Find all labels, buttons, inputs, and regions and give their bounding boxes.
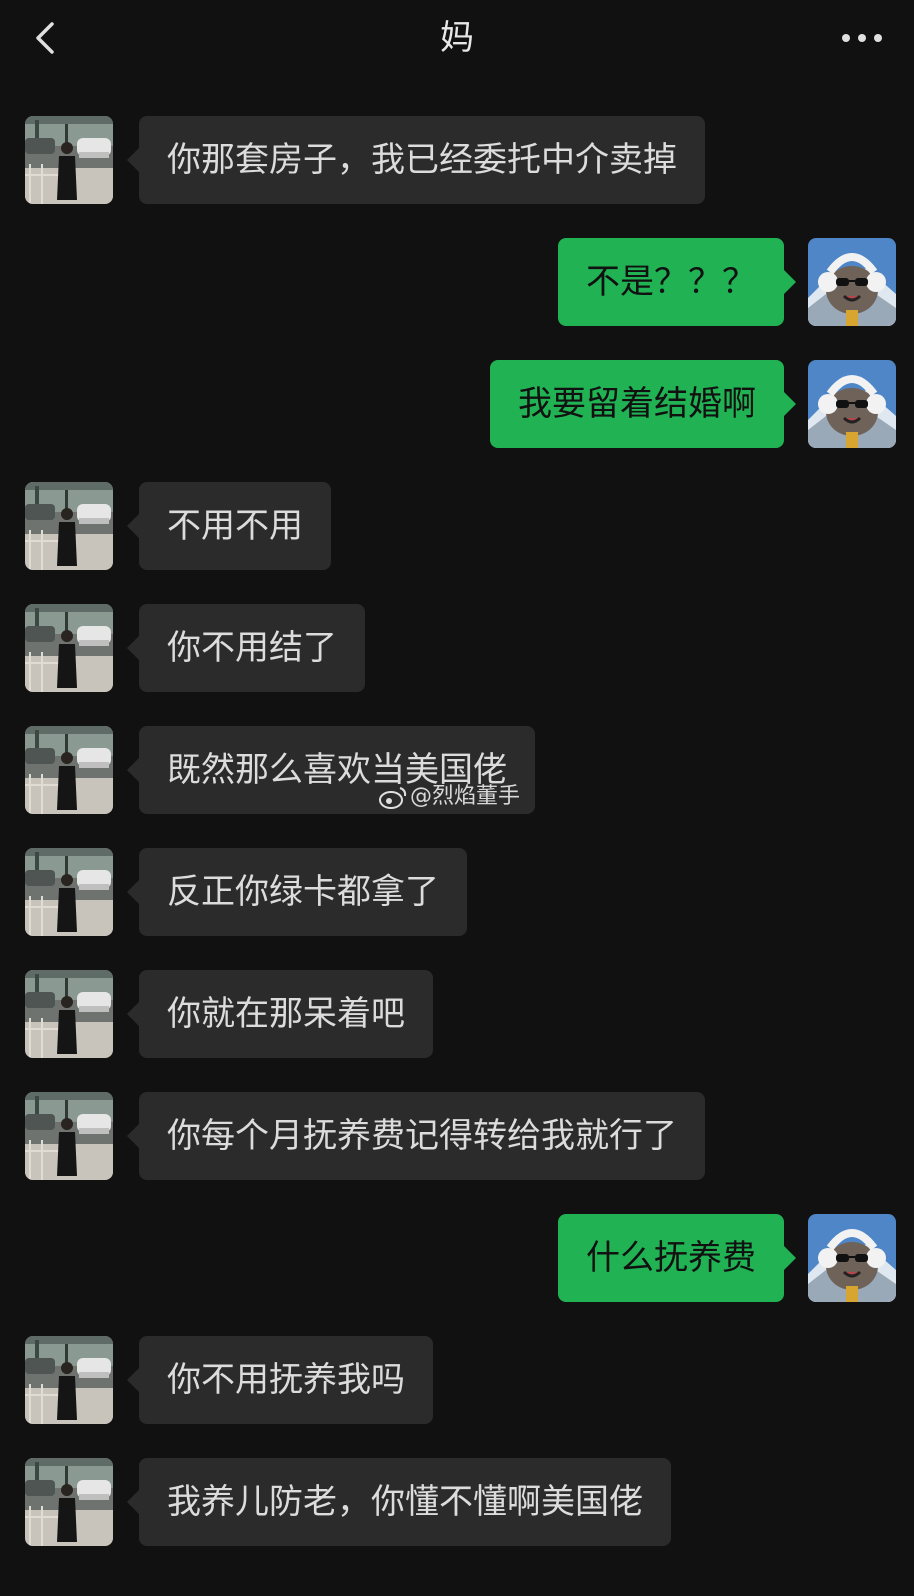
watermark-text: @烈焰董手 [410,784,521,809]
watermark: @烈焰董手 [378,782,520,812]
incoming-message-bubble[interactable]: 你那套房子，我已经委托中介卖掉 [127,116,705,204]
self-avatar[interactable] [808,238,896,326]
message-row: 我养儿防老，你懂不懂啊美国佬 [0,1458,914,1546]
message-row: 你就在那呆着吧 [0,970,914,1058]
contact-avatar[interactable] [25,1336,113,1424]
more-options-button[interactable] [838,18,886,58]
message-row: 你那套房子，我已经委托中介卖掉 [0,116,914,204]
chat-header: 妈 [0,0,914,80]
incoming-message-bubble[interactable]: 你不用抚养我吗 [127,1336,433,1424]
incoming-message-bubble[interactable]: 不用不用 [127,482,331,570]
contact-avatar[interactable] [25,482,113,570]
message-row: 不用不用 [0,482,914,570]
contact-avatar[interactable] [25,970,113,1058]
contact-avatar[interactable] [25,116,113,204]
outgoing-message-bubble[interactable]: 不是？？？ [558,238,796,326]
message-row: 你每个月抚养费记得转给我就行了 [0,1092,914,1180]
self-avatar[interactable] [808,360,896,448]
chat-title: 妈 [440,18,474,58]
message-row: 反正你绿卡都拿了 [0,848,914,936]
message-row: 我要留着结婚啊 [0,360,914,448]
contact-avatar[interactable] [25,1458,113,1546]
contact-avatar[interactable] [25,848,113,936]
outgoing-message-bubble[interactable]: 我要留着结婚啊 [490,360,796,448]
contact-avatar[interactable] [25,604,113,692]
incoming-message-bubble[interactable]: 反正你绿卡都拿了 [127,848,467,936]
incoming-message-bubble[interactable]: 你就在那呆着吧 [127,970,433,1058]
message-row: 你不用抚养我吗 [0,1336,914,1424]
message-row: 什么抚养费 [0,1214,914,1302]
weibo-icon [379,787,407,809]
outgoing-message-bubble[interactable]: 什么抚养费 [558,1214,796,1302]
message-row: 不是？？？ [0,238,914,326]
incoming-message-bubble[interactable]: 我养儿防老，你懂不懂啊美国佬 [127,1458,671,1546]
incoming-message-bubble[interactable]: 你每个月抚养费记得转给我就行了 [127,1092,705,1180]
self-avatar[interactable] [808,1214,896,1302]
message-row: 你不用结了 [0,604,914,692]
more-dots-icon [842,34,882,42]
contact-avatar[interactable] [25,726,113,814]
contact-avatar[interactable] [25,1092,113,1180]
incoming-message-bubble[interactable]: 你不用结了 [127,604,365,692]
